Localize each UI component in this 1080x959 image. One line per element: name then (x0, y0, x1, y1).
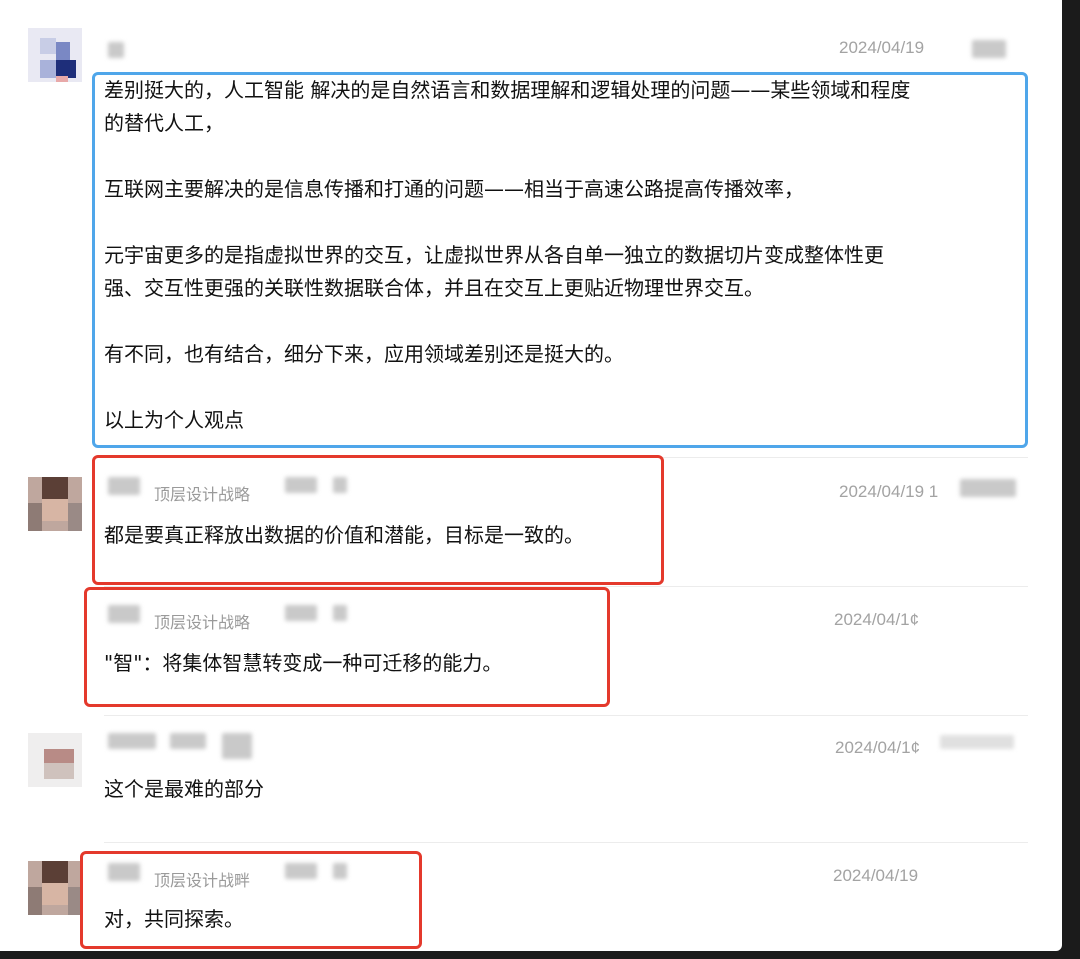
username-blurred (108, 733, 156, 749)
username-blurred (108, 605, 140, 623)
message-text: 差别挺大的，人工智能 解决的是自然语言和数据理解和逻辑处理的问题——某些领域和程… (104, 78, 911, 432)
message-2: 顶层设计战略 2024/04/19 1 都是要真正释放出数据的价值和潜能，目标是… (0, 455, 1062, 585)
timestamp-blurred (960, 479, 1016, 497)
timestamp: 2024/04/19 (833, 866, 919, 885)
message-text: 都是要真正释放出数据的价值和潜能，目标是一致的。 (104, 523, 584, 547)
avatar[interactable] (28, 28, 82, 82)
timestamp: 2024/04/19 1 (839, 482, 939, 501)
message-4: 2024/04/1¢ 这个是最难的部分 (0, 715, 1062, 845)
group-tag: 顶层设计战略 (154, 613, 251, 632)
message-text: "智"：将集体智慧转变成一种可迁移的能力。 (104, 651, 503, 675)
badge-blurred (333, 863, 347, 879)
avatar[interactable] (28, 477, 82, 531)
chat-page: 2024/04/19 差别挺大的，人工智能 解决的是自然语言和数据理解和逻辑处理… (0, 0, 1062, 951)
badge-blurred (285, 477, 317, 493)
badge-blurred (285, 605, 317, 621)
timestamp: 2024/04/1¢ (834, 610, 920, 629)
message-1: 2024/04/19 差别挺大的，人工智能 解决的是自然语言和数据理解和逻辑处理… (0, 0, 1062, 455)
badge-blurred (333, 477, 347, 493)
timestamp-blurred (972, 40, 1006, 58)
message-3: 顶层设计战略 2024/04/1¢ "智"：将集体智慧转变成一种可迁移的能力。 (0, 585, 1062, 715)
timestamp-blurred (940, 735, 1014, 749)
timestamp: 2024/04/19 (839, 38, 925, 57)
message-text: 对，共同探索。 (104, 907, 244, 931)
message-text: 这个是最难的部分 (104, 777, 264, 801)
avatar[interactable] (28, 733, 82, 787)
username-blurred (170, 733, 206, 749)
avatar[interactable] (28, 861, 82, 915)
username-blurred (108, 42, 124, 58)
badge-blurred (285, 863, 317, 879)
username-blurred (222, 733, 252, 759)
message-5: 顶层设计战畔 2024/04/19 对，共同探索。 (0, 843, 1062, 951)
group-tag: 顶层设计战畔 (154, 871, 251, 890)
badge-blurred (333, 605, 347, 621)
username-blurred (108, 863, 140, 881)
group-tag: 顶层设计战略 (154, 485, 251, 504)
username-blurred (108, 477, 140, 495)
timestamp: 2024/04/1¢ (835, 738, 921, 757)
